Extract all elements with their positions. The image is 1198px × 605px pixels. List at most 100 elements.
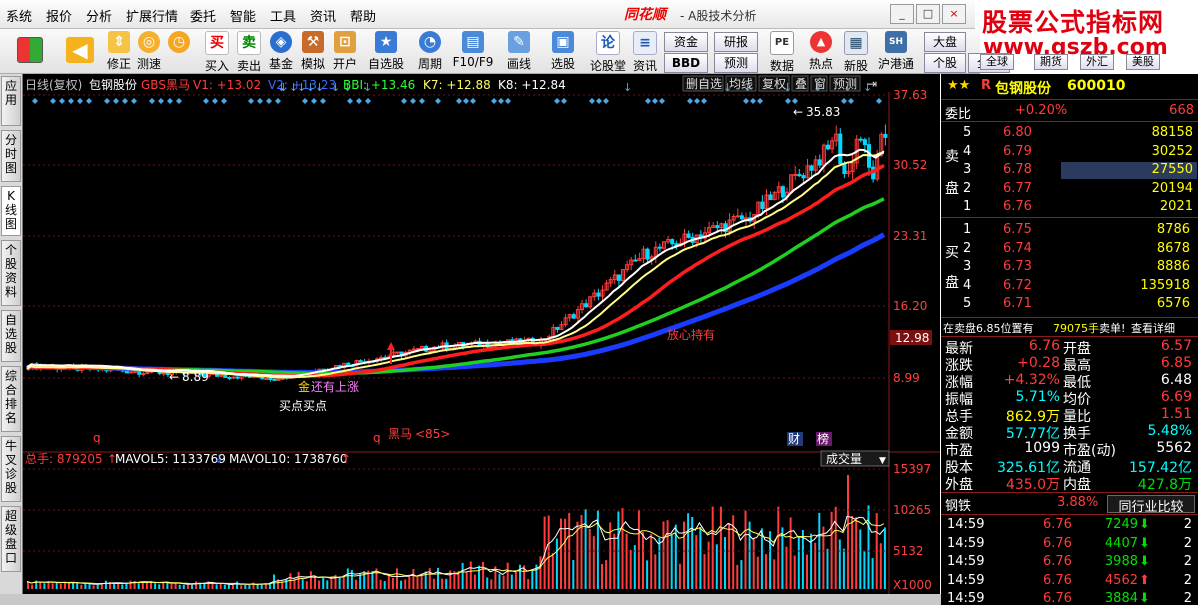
clock-button[interactable]: ◷ [166,31,192,71]
new-stock-button[interactable]: ▦ 新股 [840,31,872,73]
volume-bar [658,537,661,589]
simulate-label: 模拟 [300,57,325,71]
index-dropdown[interactable]: 大盘 [924,32,966,52]
menu-news[interactable]: 资讯 [310,6,336,25]
data-button[interactable]: PE 数据 [764,31,800,73]
tab-kline[interactable]: K线图 [1,186,21,236]
tick-price: 6.76 [1043,554,1072,569]
favorite-stars-icon[interactable]: ★★ [947,78,970,93]
candle-body [670,239,675,245]
buy-button[interactable]: 买 买入 [202,31,232,73]
draw-line-button[interactable]: ✎ 画线 [502,31,536,71]
menu-analysis[interactable]: 分析 [86,6,112,25]
buy-level-row[interactable]: 2 6.74 8678 [941,241,1198,258]
volume-bar [461,562,464,589]
stat-value: 427.8万 [1137,477,1192,493]
tab-super-orderbook[interactable]: 超级盘口 [1,506,21,572]
info-button[interactable]: ≡ 资讯 [630,31,660,73]
menu-quote[interactable]: 报价 [46,6,72,25]
sell-level-row[interactable]: 2 6.77 20194 [941,181,1198,198]
volume-bar [601,564,603,589]
hot-button[interactable]: ▲ 热点 [806,31,836,71]
tab-intraday[interactable]: 分时图 [1,130,21,182]
period-button[interactable]: ◔ 周期 [412,31,448,71]
volume-bar [801,530,804,589]
sell-level-row[interactable]: 4 6.79 30252 [941,144,1198,161]
fund-button[interactable]: ◈ 基金 [266,31,296,71]
tab-stock-profile[interactable]: 个股资料 [1,240,21,306]
menu-help[interactable]: 帮助 [350,6,376,25]
stat-row: 金额 57.77亿 换手 5.48% [941,423,1198,442]
forex-tab[interactable]: 外汇 [1080,54,1114,70]
buy-level-row[interactable]: 5 6.71 6576 [941,296,1198,313]
chart-period[interactable]: 日线(复权) [25,78,82,92]
research-button[interactable]: 研报 [714,32,758,52]
volume-bar [683,521,685,589]
layout-button[interactable] [12,31,48,71]
volume-bar [211,583,214,589]
tab-diagnosis[interactable]: 牛叉诊股 [1,436,21,502]
tab-ranking[interactable]: 综合排名 [1,366,21,432]
industry-compare-button[interactable]: 同行业比较 [1107,495,1195,515]
speedtest-button[interactable]: ◎ 测速 [134,31,164,71]
minimize-button[interactable]: _ [890,4,914,24]
hk-connect-button[interactable]: SH 沪港通 [876,31,916,71]
order-alert-num: 79075手 [1053,322,1099,335]
volume-bar [478,565,480,589]
volume-bar [613,533,616,589]
volume-bar [642,532,644,589]
volume-bar [408,574,411,589]
menu-tools[interactable]: 工具 [270,6,296,25]
sell-button[interactable]: 卖 卖出 [234,31,264,73]
chevron-down-icon[interactable]: ▼ [879,456,886,466]
forecast-button[interactable]: 预测 [714,53,758,73]
discuss-button[interactable]: 论 论股堂 [590,31,626,73]
back-button[interactable]: ◀ [62,31,98,71]
candle-body [838,133,843,164]
buy-level-row[interactable]: 4 6.72 135918 [941,278,1198,295]
menu-smart[interactable]: 智能 [230,6,256,25]
candle-body [809,165,814,171]
futures-tab[interactable]: 期货 [1034,54,1068,70]
stock-select-button[interactable]: ▣ 选股 [546,31,580,71]
us-stock-tab[interactable]: 美股 [1126,54,1160,70]
sell-level: 5 [963,125,972,140]
watchlist-button[interactable]: ★ 自选股 [364,31,408,71]
buy-level-row[interactable]: 3 6.73 8886 [941,259,1198,276]
sell-level-row[interactable]: 1 6.76 2021 [941,199,1198,216]
tab-watchlist[interactable]: 自选股 [1,310,21,362]
fund-flow-dropdown[interactable]: 资金 [664,32,708,52]
menu-bar: 系统 报价 分析 扩展行情 委托 智能 工具 资讯 帮助 同花顺 - A股技术分… [0,0,980,29]
buy-level-row[interactable]: 1 6.75 8786 [941,222,1198,239]
volume-bar [31,584,34,589]
close-button[interactable]: × [942,4,966,24]
bbd-button[interactable]: BBD [664,53,708,73]
order-alert-link[interactable]: 查看详细 [1131,320,1175,336]
volume-bar [51,583,54,589]
tick-price: 6.76 [1043,572,1072,588]
volume-bar [301,579,304,589]
f10-button[interactable]: ▤ F10/F9 [452,31,494,71]
global-tab[interactable]: 全球 [980,54,1014,70]
volume-bar [576,521,579,589]
maximize-button[interactable]: □ [916,4,940,24]
stock-dropdown[interactable]: 个股 [924,53,966,73]
sell-level-row[interactable]: 5 6.80 88158 [941,125,1198,142]
open-account-button[interactable]: ⊡ 开户 [330,31,360,71]
kline-chart-panel[interactable]: 日线(复权) 包钢股份 GBS黑马 V1: +13.02 V2: +13.23 … [23,74,940,594]
signal-diamond [645,98,651,104]
signal-diamond [59,98,65,104]
menu-system[interactable]: 系统 [6,6,32,25]
sell-level-row[interactable]: 3 6.78 27550 [941,162,1198,179]
high-price-label: 35.83 [806,105,840,119]
menu-ext-quote[interactable]: 扩展行情 [126,6,178,25]
kline-chart-canvas[interactable]: 日线(复权) 包钢股份 GBS黑马 V1: +13.02 V2: +13.23 … [23,74,940,594]
tab-apps[interactable]: 应用 [1,76,21,126]
stat-value: +0.28 [1017,355,1060,371]
simulate-button[interactable]: ⚒ 模拟 [298,31,328,71]
modify-button[interactable]: ⇕ 修正 [104,31,134,71]
menu-trade[interactable]: 委托 [190,6,216,25]
candle-body [395,351,400,354]
signal-diamond [694,98,700,104]
candle-body [133,370,138,373]
